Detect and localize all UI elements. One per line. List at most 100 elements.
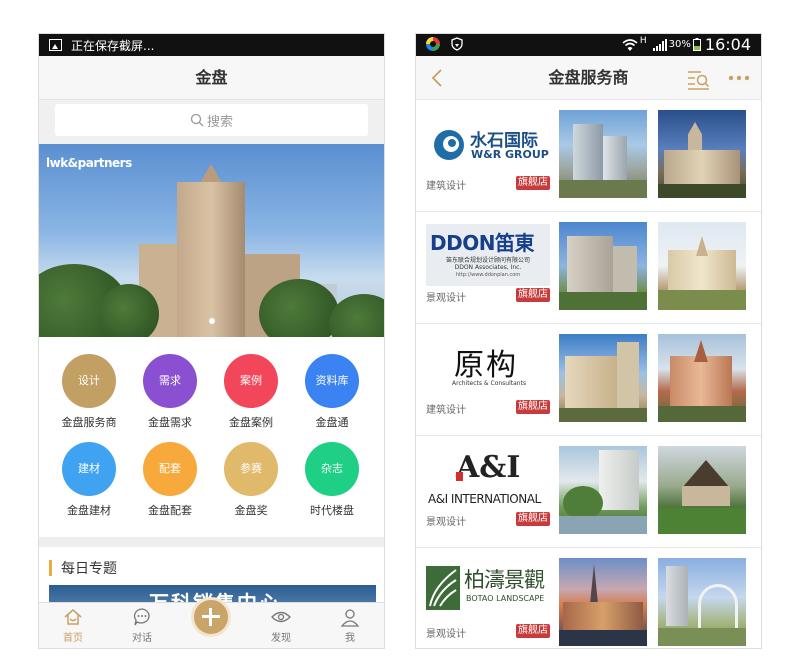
screenshot-icon: [49, 39, 62, 51]
carousel-indicator[interactable]: [209, 318, 215, 324]
wifi-icon: [622, 38, 638, 51]
award-icon: 参赛: [224, 442, 278, 496]
flagship-badge: 旗舰店: [516, 176, 550, 190]
category-grid: 设计 金盘服务商 需求 金盘需求 案例 金盘案例 资料库 金盘通 建材 金盘建材…: [39, 337, 384, 537]
provider-photo[interactable]: [658, 446, 746, 534]
tab-chat[interactable]: 对话: [112, 607, 172, 644]
publish-button[interactable]: [191, 597, 231, 637]
provider-photo[interactable]: [559, 446, 647, 534]
chat-icon: [133, 608, 150, 626]
search-list-icon[interactable]: [687, 68, 711, 90]
tab-label: 首页: [63, 633, 83, 644]
tab-label: 发现: [271, 633, 291, 644]
grid-item-label: 金盘奖: [234, 504, 268, 517]
eye-icon: [271, 611, 291, 623]
provider-photo[interactable]: [658, 110, 746, 198]
provider-category: 建筑设计: [426, 405, 466, 416]
provider-logo: 水石国际 W&R GROUP: [426, 112, 550, 174]
grid-item-supporting[interactable]: 配套 金盘配套: [130, 442, 210, 518]
more-options-icon[interactable]: [728, 75, 750, 81]
botao-leaf-logo-icon: [426, 566, 460, 610]
provider-logo: 柏濤景觀 BOTAO LANDSCAPE: [426, 560, 550, 622]
provider-category: 建筑设计: [426, 181, 466, 192]
service-provider-screen: H 30% 16:04 金盘服务商 水石国际 W&R GROUP 建筑设计 旗舰…: [415, 33, 762, 649]
provider-category: 景观设计: [426, 517, 466, 528]
provider-photo[interactable]: [559, 558, 647, 646]
provider-logo-sub: A&I INTERNATIONAL: [428, 492, 541, 506]
provider-item[interactable]: DDON笛東 笛东联合规划设计顾问有限公司 DDON Associates, I…: [416, 212, 761, 324]
wr-group-logo-icon: [434, 130, 464, 160]
tab-home[interactable]: 首页: [43, 607, 103, 644]
demand-icon: 需求: [143, 354, 197, 408]
app-notification-icon: [426, 37, 440, 51]
tab-label: 对话: [132, 633, 152, 644]
provider-logo: 原构 Architects & Consultants: [426, 336, 550, 398]
provider-photo[interactable]: [658, 222, 746, 310]
shield-icon: [451, 37, 463, 51]
provider-item[interactable]: 柏濤景觀 BOTAO LANDSCAPE 景观设计 旗舰店: [416, 548, 761, 648]
grid-item-demand[interactable]: 需求 金盘需求: [130, 354, 210, 430]
provider-item[interactable]: 原构 Architects & Consultants 建筑设计 旗舰店: [416, 324, 761, 436]
top-nav: 金盘: [39, 56, 384, 100]
status-text: 正在保存截屏...: [71, 39, 155, 53]
tab-discover[interactable]: 发现: [251, 607, 311, 644]
daily-topic-header: 每日专题: [39, 547, 384, 587]
provider-logo-sub: 笛东联合规划设计顾问有限公司: [445, 257, 530, 264]
battery-percent: 30%: [668, 39, 691, 50]
top-nav: 金盘服务商: [416, 56, 761, 100]
grid-item-award[interactable]: 参赛 金盘奖: [211, 442, 291, 518]
grid-item-design[interactable]: 设计 金盘服务商: [49, 354, 129, 430]
design-icon: 设计: [62, 354, 116, 408]
grid-item-label: 时代楼盘: [310, 504, 354, 517]
provider-photo[interactable]: [559, 222, 647, 310]
search-icon: [190, 113, 204, 127]
flagship-badge: 旗舰店: [516, 624, 550, 638]
supporting-icon: 配套: [143, 442, 197, 496]
battery-icon: [692, 38, 701, 51]
home-icon: [64, 609, 82, 625]
flagship-badge: 旗舰店: [516, 288, 550, 302]
provider-item[interactable]: A&I A&I INTERNATIONAL 景观设计 旗舰店: [416, 436, 761, 548]
provider-logo-url: http://www.ddonplan.com: [455, 272, 521, 278]
banner-carousel[interactable]: lwk&partners: [39, 144, 384, 337]
grid-item-label: 金盘通: [315, 416, 349, 429]
provider-item[interactable]: 水石国际 W&R GROUP 建筑设计 旗舰店: [416, 100, 761, 212]
grid-item-label: 金盘建材: [67, 504, 111, 517]
provider-logo-main: DDON笛東: [430, 231, 534, 255]
provider-photo[interactable]: [559, 110, 647, 198]
tab-me[interactable]: 我: [320, 607, 380, 644]
banner-logo: lwk&partners: [46, 156, 132, 170]
grid-item-library[interactable]: 资料库 金盘通: [292, 354, 372, 430]
tab-label: 我: [345, 633, 355, 644]
provider-logo-main: 原构: [454, 348, 518, 383]
grid-item-magazine[interactable]: 杂志 时代楼盘: [292, 442, 372, 518]
section-accent-bar: [49, 560, 52, 576]
library-icon: 资料库: [305, 354, 359, 408]
section-divider: [39, 537, 384, 547]
provider-logo-sub: BOTAO LANDSCAPE: [466, 594, 545, 603]
page-title: 金盘: [195, 68, 228, 87]
signal-icon: [652, 38, 667, 51]
provider-photo[interactable]: [658, 558, 746, 646]
search-placeholder: 搜索: [206, 114, 233, 130]
provider-logo: DDON笛東 笛东联合规划设计顾问有限公司 DDON Associates, I…: [426, 224, 550, 286]
search-input[interactable]: 搜索: [55, 104, 368, 136]
tree: [99, 284, 159, 337]
provider-logo-main: 柏濤景觀: [464, 568, 545, 592]
provider-photo[interactable]: [658, 334, 746, 422]
provider-logo-en: W&R GROUP: [471, 148, 549, 161]
provider-logo-sub2: DDON Associates, Inc.: [454, 264, 522, 271]
provider-photo[interactable]: [559, 334, 647, 422]
status-bar: H 30% 16:04: [416, 34, 761, 56]
a-i-red-square-icon: [456, 472, 463, 481]
clock: 16:04: [704, 35, 751, 54]
grid-item-cases[interactable]: 案例 金盘案例: [211, 354, 291, 430]
status-bar: 正在保存截屏...: [39, 34, 384, 56]
grid-item-label: 金盘配套: [148, 504, 192, 517]
bottom-tab-bar: 首页 对话 发现 我: [39, 597, 384, 648]
tree: [329, 294, 384, 337]
cases-icon: 案例: [224, 354, 278, 408]
grid-item-materials[interactable]: 建材 金盘建材: [49, 442, 129, 518]
provider-logo-mark: A&I: [456, 450, 521, 485]
flagship-badge: 旗舰店: [516, 400, 550, 414]
